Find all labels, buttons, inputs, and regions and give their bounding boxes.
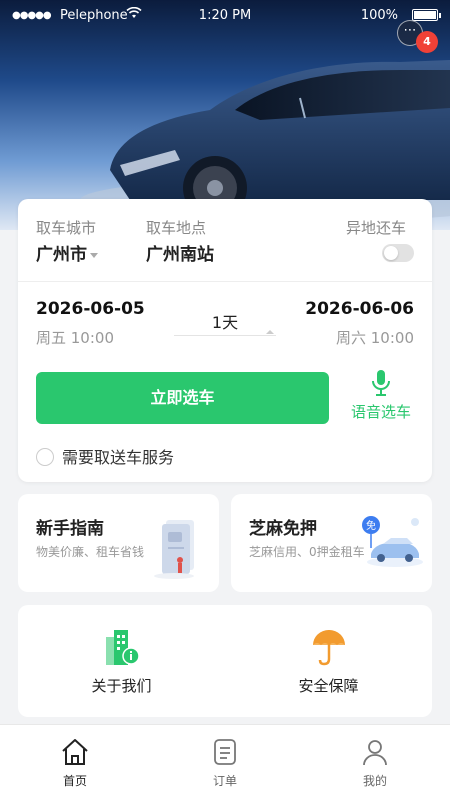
order-list-icon (214, 739, 236, 765)
pickup-location-value[interactable]: 广州南站 (146, 240, 214, 265)
feature-desc: 物美价廉、租车省钱 (36, 545, 145, 559)
pickup-location-label: 取车地点 (146, 219, 207, 237)
feature-desc: 芝麻信用、0押金租车 (249, 545, 365, 559)
deposit-free-badge: 免 (366, 519, 376, 532)
about-us-label: 关于我们 (91, 677, 152, 695)
safety-label: 安全保障 (298, 677, 359, 695)
tab-orders[interactable]: 订单 (150, 725, 300, 800)
chevron-down-icon (90, 252, 98, 258)
booking-card: 取车城市 广州市 取车地点 广州南站 异地还车 2026-06-05 周五 10… (18, 199, 432, 482)
divider (18, 281, 432, 282)
select-car-button[interactable]: 立即选车 (36, 372, 329, 424)
pickup-city-selector[interactable]: 广州市 (36, 240, 98, 265)
return-other-label: 异地还车 (346, 219, 407, 237)
start-time[interactable]: 周五 10:00 (36, 327, 114, 348)
guide-book-illustration (154, 520, 194, 579)
home-icon (62, 739, 88, 765)
building-info-icon (106, 630, 140, 665)
triangle-icon (266, 330, 274, 334)
feature-title: 新手指南 (36, 519, 104, 539)
profile-icon (363, 740, 387, 766)
radio-circle-icon[interactable] (36, 448, 54, 466)
hero-banner[interactable] (0, 0, 450, 230)
info-links-card: 关于我们 安全保障 (18, 605, 432, 717)
microphone-icon (372, 370, 390, 396)
bottom-tab-bar: 首页 订单 我的 (0, 724, 450, 800)
pickup-city-value: 广州市 (36, 245, 87, 265)
message-count-badge: 4 (416, 31, 438, 53)
tab-label: 订单 (212, 774, 237, 788)
about-us-link[interactable]: 关于我们 (18, 605, 225, 717)
umbrella-icon (313, 630, 345, 666)
end-date[interactable]: 2026-06-06 (305, 299, 414, 319)
toggle-knob (384, 246, 398, 260)
delivery-service-label: 需要取送车服务 (62, 448, 175, 467)
chat-bubble-icon: ⋯ (403, 23, 417, 38)
voice-select-button[interactable]: 语音选车 (346, 369, 416, 422)
battery-icon (412, 9, 441, 21)
return-other-toggle[interactable] (382, 244, 414, 262)
pickup-city-label: 取车城市 (36, 219, 97, 237)
tab-label: 我的 (362, 774, 387, 788)
battery-percent: 100% (360, 8, 398, 23)
rental-duration[interactable]: 1天 (174, 309, 276, 333)
car-banner-image (80, 60, 450, 222)
tab-profile[interactable]: 我的 (300, 725, 450, 800)
start-date[interactable]: 2026-06-05 (36, 299, 145, 319)
car-deposit-illustration: 免 (362, 516, 423, 567)
tab-label: 首页 (62, 774, 87, 788)
feature-title: 芝麻免押 (249, 519, 317, 539)
delivery-service-option[interactable]: 需要取送车服务 (36, 444, 174, 468)
beginner-guide-card[interactable]: 新手指南 物美价廉、租车省钱 (18, 494, 219, 592)
duration-underline (174, 335, 276, 336)
tab-home[interactable]: 首页 (0, 725, 150, 800)
voice-select-label: 语音选车 (350, 403, 411, 421)
status-bar: ●●●●● Pelephone 1:20 PM 100% (0, 0, 450, 32)
zhima-deposit-free-card[interactable]: 芝麻免押 芝麻信用、0押金租车 免 (231, 494, 432, 592)
safety-link[interactable]: 安全保障 (225, 605, 432, 717)
end-time[interactable]: 周六 10:00 (336, 327, 414, 348)
